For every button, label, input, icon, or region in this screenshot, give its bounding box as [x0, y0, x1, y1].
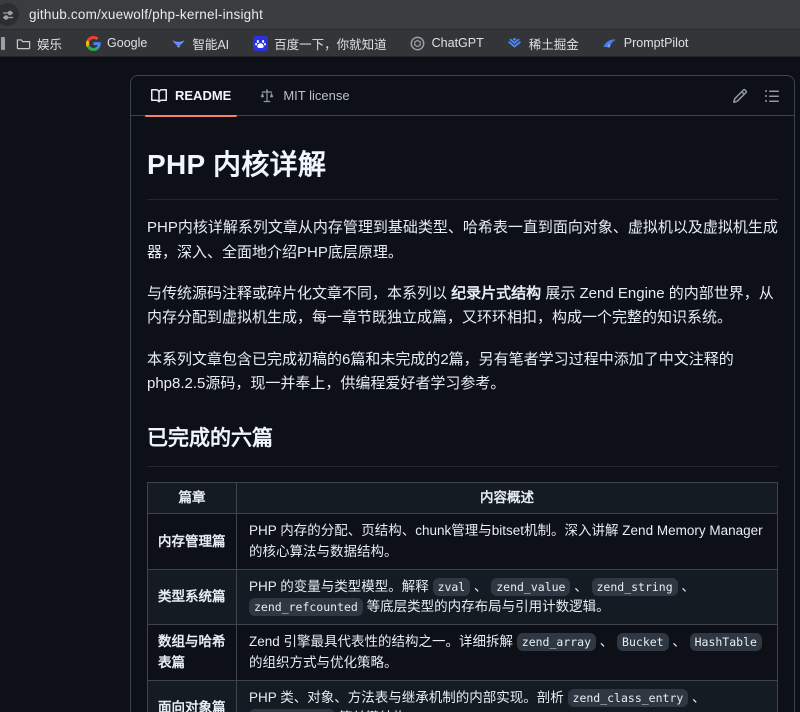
bookmark-folder-yule[interactable]: 娱乐 [15, 34, 62, 53]
table-row: 面向对象篇 PHP 类、对象、方法表与继承机制的内部实现。剖析 zend_cla… [148, 680, 778, 712]
inline-code: zend_array [517, 633, 596, 651]
google-icon [85, 35, 101, 51]
tab-mit-license[interactable]: MIT license [245, 76, 363, 116]
bookmark-label: PromptPilot [624, 36, 689, 50]
text-segment: 、 [470, 579, 491, 594]
folder-icon [15, 35, 31, 51]
site-settings-icon [2, 9, 14, 21]
github-page-background: README MIT license [0, 58, 800, 712]
table-row: 类型系统篇 PHP 的变量与类型模型。解释 zval 、 zend_value … [148, 569, 778, 625]
text-segment: Zend 引擎最具代表性的结构之一。详细拆解 [249, 634, 517, 649]
readme-article: PHP 内核详解 PHP内核详解系列文章从内存管理到基础类型、哈希表一直到面向对… [131, 116, 794, 712]
tab-license-label: MIT license [283, 88, 349, 103]
inline-code: HashTable [690, 633, 762, 651]
inline-code: zend_value [491, 578, 570, 596]
inline-code: zend_class_entry [568, 689, 689, 707]
inline-code: zend_string [592, 578, 678, 596]
chatgpt-icon [410, 35, 426, 51]
column-header-summary: 内容概述 [237, 483, 778, 514]
bookmark-ai-assistant[interactable]: 智能AI [170, 34, 229, 53]
table-row: 内存管理篇 PHP 内存的分配、页结构、chunk管理与bitset机制。深入讲… [148, 514, 778, 570]
bookmark-label: ChatGPT [432, 36, 484, 50]
bookmark-promptpilot[interactable]: PromptPilot [602, 35, 689, 51]
column-header-chapter: 篇章 [148, 483, 237, 514]
text-segment: 、 [678, 579, 695, 594]
inline-code: Bucket [617, 633, 669, 651]
table-header-row: 篇章 内容概述 [148, 483, 778, 514]
address-bar-url[interactable]: github.com/xuewolf/php-kernel-insight [29, 7, 263, 22]
chapter-title: 类型系统篇 [148, 569, 237, 625]
text-segment: 的组织方式与优化策略。 [249, 655, 398, 670]
bookmark-chatgpt[interactable]: ChatGPT [410, 35, 484, 51]
book-icon [151, 88, 167, 104]
promptpilot-icon [602, 35, 618, 51]
bold-text: 纪录片式结构 [451, 285, 541, 302]
intro-paragraph-3: 本系列文章包含已完成初稿的6篇和未完成的2篇，另有笔者学习过程中添加了中文注释的… [147, 348, 778, 397]
text-segment: PHP 内存的分配、页结构、chunk管理与bitset机制。深入讲解 Zend… [249, 523, 763, 558]
article-title: PHP 内核详解 [147, 142, 778, 200]
bookmark-label: 智能AI [192, 34, 229, 53]
chapter-title: 面向对象篇 [148, 680, 237, 712]
text-segment: PHP 的变量与类型模型。解释 [249, 579, 433, 594]
ai-assistant-icon [170, 35, 186, 51]
bookmark-juejin[interactable]: 稀土掘金 [507, 34, 579, 53]
intro-paragraph-1: PHP内核详解系列文章从内存管理到基础类型、哈希表一直到面向对象、虚拟机以及虚拟… [147, 216, 778, 265]
chapter-summary: PHP 内存的分配、页结构、chunk管理与bitset机制。深入讲解 Zend… [237, 514, 778, 570]
text-segment: 、 [596, 634, 617, 649]
site-info-icon[interactable] [0, 3, 19, 26]
chapter-summary: PHP 的变量与类型模型。解释 zval 、 zend_value 、 zend… [237, 569, 778, 625]
text-segment: PHP 类、对象、方法表与继承机制的内部实现。剖析 [249, 690, 568, 705]
bookmark-label: Google [107, 36, 147, 50]
chapter-title: 数组与哈希表篇 [148, 625, 237, 681]
edit-pencil-icon[interactable] [732, 88, 748, 104]
inline-code: zval [433, 578, 471, 596]
juejin-icon [507, 35, 523, 51]
text-segment: 、 [669, 634, 690, 649]
law-scales-icon [259, 88, 275, 104]
table-row: 数组与哈希表篇 Zend 引擎最具代表性的结构之一。详细拆解 zend_arra… [148, 625, 778, 681]
tabbar-actions [732, 88, 780, 104]
readme-panel: README MIT license [130, 75, 795, 712]
chapter-summary: Zend 引擎最具代表性的结构之一。详细拆解 zend_array 、 Buck… [237, 625, 778, 681]
readme-tabbar: README MIT license [131, 76, 794, 116]
tab-readme-label: README [175, 88, 231, 103]
tab-readme[interactable]: README [137, 76, 245, 116]
chapters-table: 篇章 内容概述 内存管理篇 PHP 内存的分配、页结构、chunk管理与bits… [147, 482, 778, 712]
section-title-completed: 已完成的六篇 [147, 422, 778, 467]
text-segment: 、 [688, 690, 705, 705]
outline-list-icon[interactable] [764, 88, 780, 104]
bookmarks-bar: 娱乐 Google 智能AI [0, 29, 800, 57]
bookmark-google[interactable]: Google [85, 35, 147, 51]
partial-bookmark-icon [1, 37, 5, 50]
bookmark-label: 百度一下，你就知道 [274, 34, 387, 53]
bookmark-baidu[interactable]: 百度一下，你就知道 [252, 34, 387, 53]
bookmark-label: 稀土掘金 [529, 34, 579, 53]
browser-url-bar[interactable]: github.com/xuewolf/php-kernel-insight [0, 0, 800, 29]
bookmark-label: 娱乐 [37, 34, 62, 53]
chapter-summary: PHP 类、对象、方法表与继承机制的内部实现。剖析 zend_class_ent… [237, 680, 778, 712]
text-segment: 与传统源码注释或碎片化文章不同，本系列以 [147, 285, 451, 302]
text-segment: 、 [570, 579, 591, 594]
chapter-title: 内存管理篇 [148, 514, 237, 570]
inline-code: zend_refcounted [249, 598, 363, 616]
intro-paragraph-2: 与传统源码注释或碎片化文章不同，本系列以 纪录片式结构 展示 Zend Engi… [147, 282, 778, 331]
baidu-icon [252, 35, 268, 51]
text-segment: 等底层类型的内存布局与引用计数逻辑。 [363, 599, 610, 614]
